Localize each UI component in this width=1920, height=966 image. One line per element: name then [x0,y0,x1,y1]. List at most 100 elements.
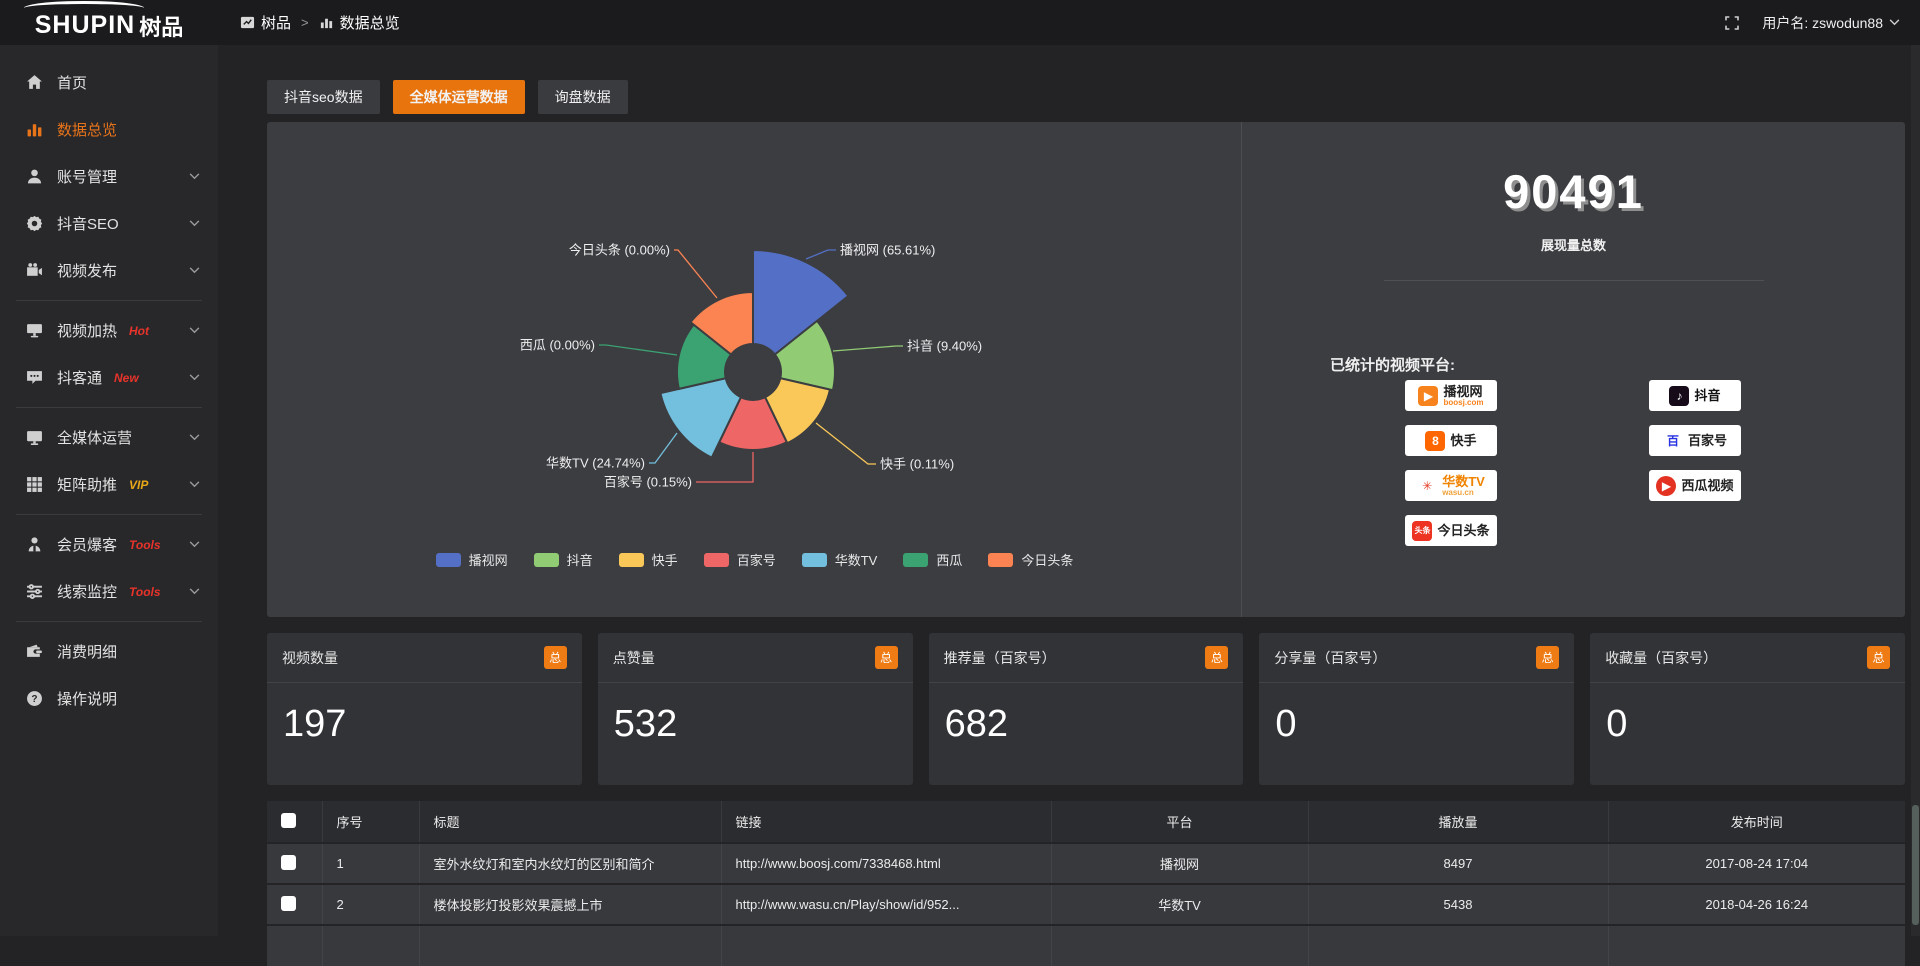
row-views: 5438 [1308,884,1608,925]
page-scrollbar[interactable] [1911,45,1920,936]
stat-card-title: 点赞量 [613,648,655,668]
row-url-link[interactable]: http://www.wasu.cn/Play/show/id/952... [721,884,1051,925]
sidebar-item-消费明细[interactable]: 消费明细 [0,628,218,675]
sidebar-item-label: 账号管理 [57,166,117,187]
platform-name: 华数TV [1442,475,1485,488]
legend-item-西瓜[interactable]: 西瓜 [903,550,962,569]
breadcrumb: 树品 > 数据总览 [240,12,400,33]
sidebar-item-label: 首页 [57,72,87,93]
rose-pie-chart: 播视网 (65.61%)抖音 (9.40%)快手 (0.11%)百家号 (0.1… [267,122,1242,617]
app-logo[interactable]: SHUPIN 树品 [0,0,218,45]
sidebar-item-矩阵助推[interactable]: 矩阵助推VIP [0,461,218,508]
sidebar-item-视频加热[interactable]: 视频加热Hot [0,307,218,354]
legend-swatch [534,553,559,567]
video-data-table: 序号标题链接平台播放量发布时间 1室外水纹灯和室内水纹灯的区别和简介http:/… [267,801,1905,966]
sidebar-item-label: 会员爆客 [57,534,117,555]
chevron-down-icon [189,173,200,180]
legend-item-今日头条[interactable]: 今日头条 [988,550,1073,569]
sidebar-item-视频发布[interactable]: 视频发布 [0,247,218,294]
sidebar-item-label: 视频加热 [57,320,117,341]
select-all-checkbox[interactable] [281,813,296,828]
legend-item-快手[interactable]: 快手 [619,550,678,569]
sidebar-item-全媒体运营[interactable]: 全媒体运营 [0,414,218,461]
stat-total-badge: 总 [1205,646,1228,669]
chevron-down-icon [189,267,200,274]
platform-logo-grid: ▶播视网boosj.com8快手✳华数TVwasu.cn头条今日头条♪抖音百百家… [1405,380,1741,546]
monitor-icon [26,429,43,446]
stat-card-点赞量: 点赞量总532 [598,633,913,785]
sidebar-item-会员爆客[interactable]: 会员爆客 Tools [0,521,218,568]
sidebar-item-操作说明[interactable]: ?操作说明 [0,675,218,722]
table-header-播放量: 播放量 [1308,801,1608,843]
row-checkbox[interactable] [281,896,296,911]
legend-item-抖音[interactable]: 抖音 [534,550,593,569]
sidebar-item-线索监控[interactable]: 线索监控Tools [0,568,218,615]
legend-label: 西瓜 [936,550,962,569]
row-checkbox-cell [267,925,322,966]
platform-column-1: ♪抖音百百家号▶西瓜视频 [1649,380,1741,546]
pie-label-line [599,345,677,355]
chart-icon [26,121,43,138]
legend-item-百家号[interactable]: 百家号 [704,550,776,569]
username-menu[interactable]: 用户名: zswodun88 [1762,13,1900,33]
抖音-logo-icon: ♪ [1669,386,1689,406]
row-platform: 华数TV [1051,884,1308,925]
stat-card-header: 分享量（百家号）总 [1259,633,1574,683]
fullscreen-icon[interactable] [1724,15,1740,31]
platform-name: 西瓜视频 [1681,479,1733,492]
stat-total-badge: 总 [1867,646,1890,669]
stat-card-分享量（百家号）: 分享量（百家号）总0 [1259,633,1574,785]
stat-total-badge: 总 [1536,646,1559,669]
platform-name: 百家号 [1688,434,1727,447]
pie-label-今日头条: 今日头条 (0.00%) [569,243,670,258]
row-title-link[interactable]: 楼体投影灯投影效果震撼上市 [419,884,721,925]
scrollbar-thumb[interactable] [1912,805,1919,925]
sidebar-badge-Tools: Tools [129,538,161,552]
sidebar-item-label: 操作说明 [57,688,117,709]
platform-logo-华数TV: ✳华数TVwasu.cn [1405,470,1497,501]
stat-card-title: 视频数量 [282,648,338,668]
stat-card-value: 0 [1590,683,1905,766]
sidebar-item-抖客通[interactable]: 抖客通New [0,354,218,401]
legend-swatch [436,553,461,567]
sidebar-item-首页[interactable]: 首页 [0,59,218,106]
legend-label: 今日头条 [1021,550,1073,569]
stat-total-badge: 总 [544,646,567,669]
row-publish-time [1608,925,1905,966]
sidebar-item-抖音SEO[interactable]: 抖音SEO [0,200,218,247]
table-header-checkbox [267,801,322,843]
user-icon [26,168,43,185]
华数TV-logo-icon: ✳ [1417,476,1437,496]
stat-card-value: 0 [1259,683,1574,766]
pie-label-line [649,433,677,463]
播视网-logo-icon: ▶ [1418,386,1438,406]
row-checkbox[interactable] [281,855,296,870]
legend-swatch [903,553,928,567]
breadcrumb-root[interactable]: 树品 [261,12,291,33]
legend-item-播视网[interactable]: 播视网 [436,550,508,569]
main-content: 抖音seo数据全媒体运营数据询盘数据 播视网 (65.61%)抖音 (9.40%… [218,45,1920,936]
legend-item-华数TV[interactable]: 华数TV [802,550,878,569]
stat-card-title: 收藏量（百家号） [1605,648,1717,668]
sidebar-divider [16,514,202,515]
tab-询盘数据[interactable]: 询盘数据 [538,80,628,114]
pie-svg: 播视网 (65.61%)抖音 (9.40%)快手 (0.11%)百家号 (0.1… [267,122,1242,534]
tab-抖音seo数据[interactable]: 抖音seo数据 [267,80,380,114]
row-checkbox-cell [267,884,322,925]
sidebar-item-label: 抖音SEO [57,213,119,234]
row-title-link[interactable] [419,925,721,966]
table-row: 2楼体投影灯投影效果震撼上市http://www.wasu.cn/Play/sh… [267,884,1905,925]
sidebar-item-数据总览[interactable]: 数据总览 [0,106,218,153]
row-url-link[interactable] [721,925,1051,966]
row-views: 8497 [1308,843,1608,884]
pie-label-line [833,346,903,351]
pie-label-line [696,452,753,482]
sidebar-item-账号管理[interactable]: 账号管理 [0,153,218,200]
row-title-link[interactable]: 室外水纹灯和室内水纹灯的区别和简介 [419,843,721,884]
tab-全媒体运营数据[interactable]: 全媒体运营数据 [393,80,525,114]
row-platform: 播视网 [1051,843,1308,884]
legend-swatch [704,553,729,567]
row-url-link[interactable]: http://www.boosj.com/7338468.html [721,843,1051,884]
topbar: SHUPIN 树品 树品 > 数据总览 用户名: zswodun88 [0,0,1920,45]
breadcrumb-current[interactable]: 数据总览 [340,12,400,33]
